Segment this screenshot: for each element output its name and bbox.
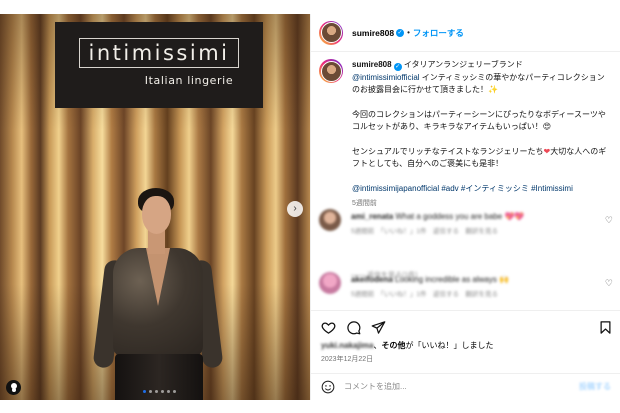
comment-text: Looking incredible as always 🙌 [395,275,510,284]
likes-suffix: が「いいね！」しました [405,341,494,350]
model-figure [85,176,245,400]
brand-logo-text: intimissimi [88,41,230,65]
comment-text: What a goddess you are babe 💖💖 [395,212,525,221]
comment-item: akeifodena Looking incredible as always … [319,272,615,312]
mention-link[interactable]: @intimissimiofficial [352,73,420,82]
comment-meta: 5週間前 「いいね！」1件 返信する 翻訳を見る [351,291,498,298]
commenter-avatar[interactable] [319,272,341,294]
comment-meta: 5週間前 「いいね！」1件 返信する 翻訳を見る [351,228,498,235]
carousel-dot-active [143,390,146,393]
commenter-avatar[interactable] [319,209,341,231]
action-bar [311,311,620,337]
caption-body: sumire808 ✓ イタリアンランジェリーブランド @intimissimio… [352,59,612,211]
caption-text: イタリアンランジェリーブランド [401,60,523,69]
carousel-dot [161,390,164,393]
carousel-dot [149,390,152,393]
comment-item: ami_renata What a goddess you are babe 💖… [319,209,615,249]
share-icon[interactable] [371,320,386,335]
carousel-dot [167,390,170,393]
likes-others-link[interactable]: その他 [381,341,405,350]
carousel-indicator [143,390,176,393]
heart-icon[interactable] [321,320,336,335]
post-caption: sumire808 ✓ イタリアンランジェリーブランド @intimissimio… [319,59,615,211]
comment-like-heart-icon[interactable]: ♡ [605,278,613,289]
brand-logo-frame: intimissimi [79,38,239,68]
comment-input[interactable] [344,382,544,391]
post-header: sumire808 ✓ • フォローする [311,14,620,52]
likes-summary: yuki.nakajima、その他が「いいね！」しました [321,341,494,350]
caption-text: センシュアルでリッチなテイストなランジェリーたち [352,146,544,156]
post-comment-button[interactable]: 投稿する [579,381,611,392]
follow-button[interactable]: フォローする [413,27,464,39]
verified-badge-icon: ✓ [393,63,402,72]
carousel-dot [155,390,158,393]
post-media[interactable]: intimissimi Italian lingerie [0,14,310,400]
commenter-username[interactable]: ami_renata [351,212,393,221]
comment-like-heart-icon[interactable]: ♡ [605,215,613,226]
avatar[interactable] [319,20,343,45]
liker-username[interactable]: yuki.nakajima [321,341,373,350]
brand-sign: intimissimi Italian lingerie [55,22,263,108]
comment-text-block: ami_renata What a goddess you are babe 💖… [351,211,591,249]
brand-tagline: Italian lingerie [144,74,234,87]
commenter-username[interactable]: akeifodena [351,275,393,284]
next-image-button[interactable]: › [287,201,303,217]
hashtag-links[interactable]: @intimissimijapanofficial #adv #インティミッシミ… [352,184,573,193]
caption-paragraph: 今回のコレクションはパーティーシーンにぴったりなボディースーツやコルセットがあり… [352,109,606,132]
post-actions: yuki.nakajima、その他が「いいね！」しました 2023年12月22日… [311,310,620,400]
user-icon [10,383,17,389]
emoji-icon[interactable] [321,380,335,394]
post-date: 2023年12月22日 [321,356,374,363]
author-username[interactable]: sumire808 [352,28,394,38]
carousel-dot [173,390,176,393]
verified-badge-icon: ✓ [396,28,405,37]
separator-dot: • [407,28,410,37]
caption-avatar[interactable] [319,59,343,83]
comment-icon[interactable] [346,320,361,335]
post-side-panel: sumire808 ✓ • フォローする sumire808 ✓ イタリアンランジ… [310,14,620,400]
comment-text-block: akeifodena Looking incredible as always … [351,274,591,312]
chevron-right-icon: › [293,203,297,214]
caption-username[interactable]: sumire808 [352,60,392,69]
tagged-user-button[interactable] [6,380,21,395]
bookmark-icon[interactable] [598,320,613,335]
add-comment-bar: 投稿する [311,373,620,399]
